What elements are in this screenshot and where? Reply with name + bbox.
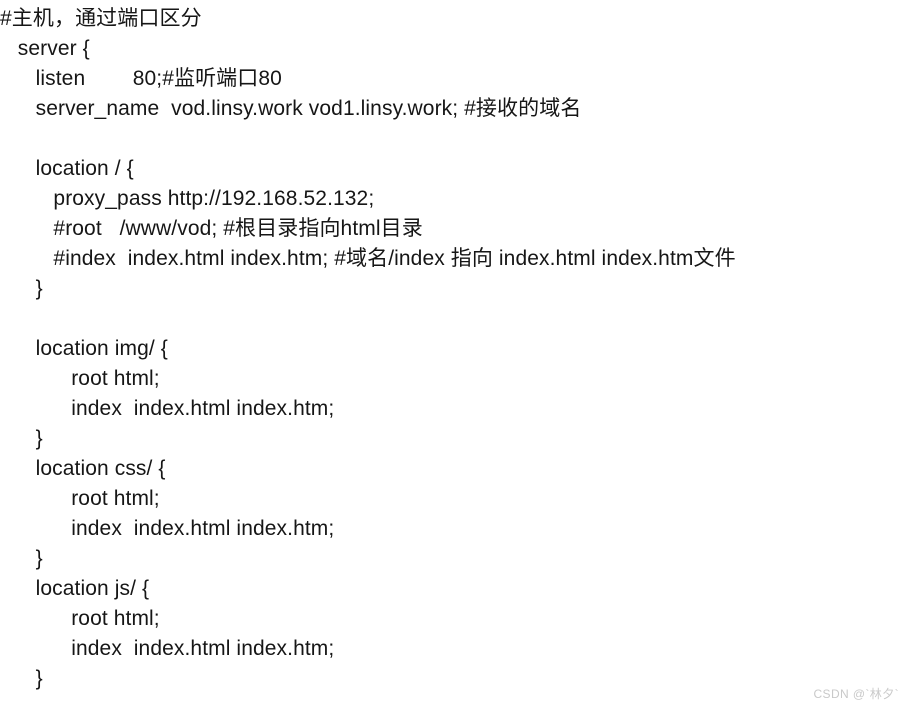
code-line: } (0, 277, 43, 300)
code-snippet-body: #主机，通过端口区分 server { listen 80;#监听端口80 se… (0, 0, 907, 711)
code-line: #root /www/vod; #根目录指向html目录 (0, 217, 423, 240)
code-line: server { (0, 37, 90, 60)
code-line: index index.html index.htm; (0, 637, 335, 660)
code-line: server_name vod.linsy.work vod1.linsy.wo… (0, 97, 582, 120)
code-line: location css/ { (0, 457, 166, 480)
code-line: #index index.html index.htm; #域名/index 指… (0, 247, 736, 270)
code-line: proxy_pass http://192.168.52.132; (0, 187, 375, 210)
csdn-watermark: CSDN @`林夕` (813, 687, 899, 701)
code-line: index index.html index.htm; (0, 517, 335, 540)
code-line: } (0, 427, 43, 450)
code-line: } (0, 547, 43, 570)
code-line: root html; (0, 607, 160, 630)
code-line: index index.html index.htm; (0, 397, 335, 420)
code-line: #主机，通过端口区分 (0, 7, 202, 30)
code-line: root html; (0, 367, 160, 390)
code-line: } (0, 667, 43, 690)
code-line: location / { (0, 157, 134, 180)
code-line: location js/ { (0, 577, 150, 600)
code-line: root html; (0, 487, 160, 510)
code-line: listen 80;#监听端口80 (0, 67, 282, 90)
code-line: location img/ { (0, 337, 168, 360)
